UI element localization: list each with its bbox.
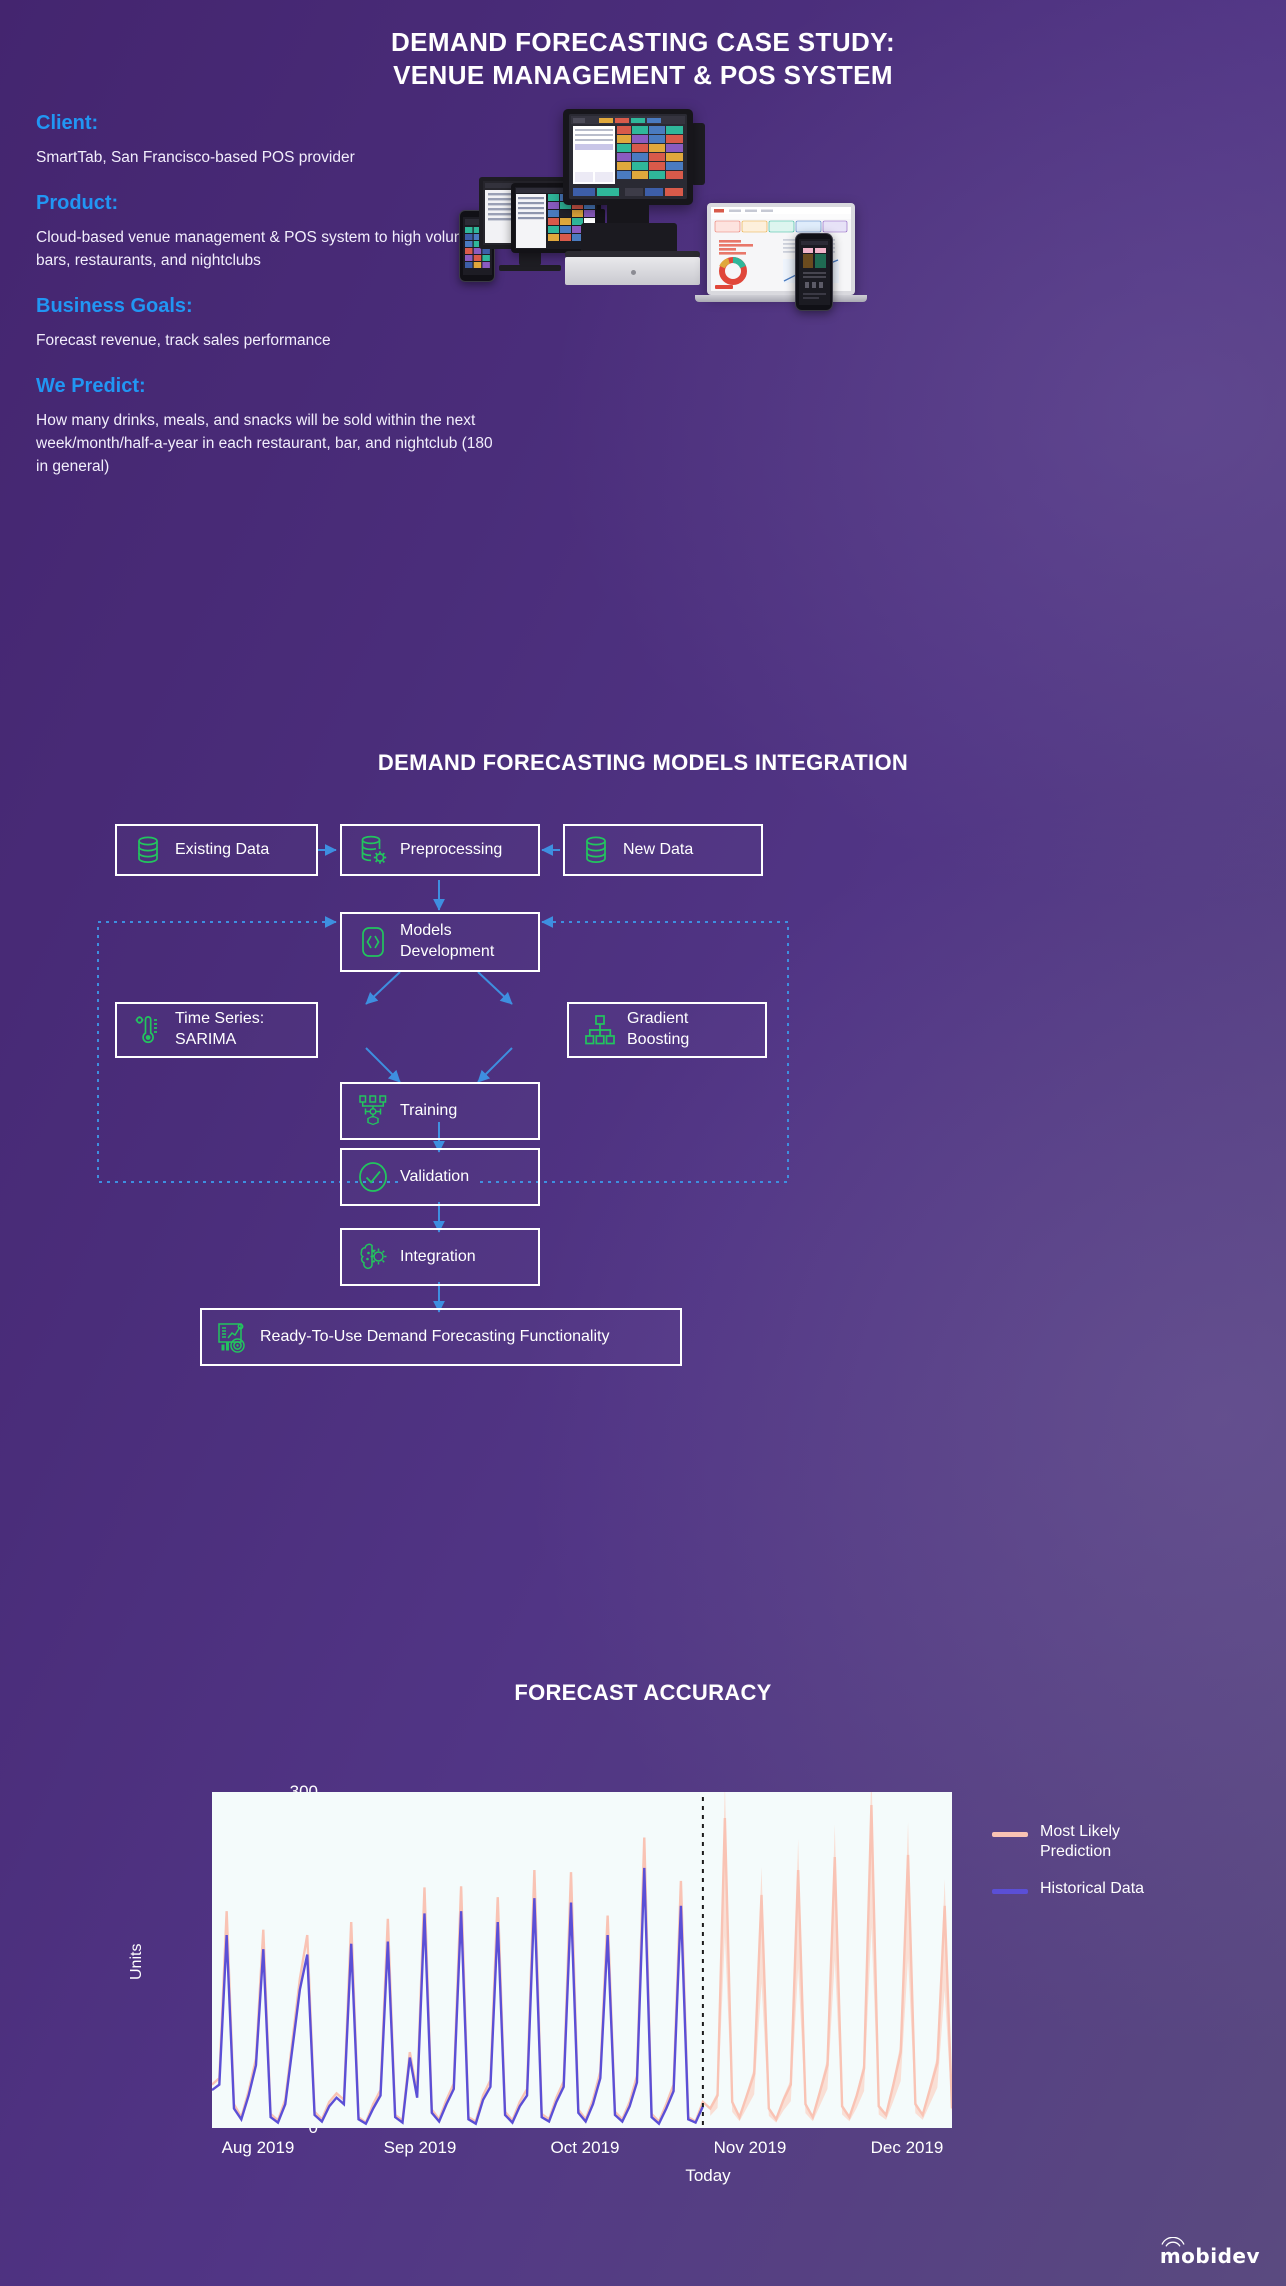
flow-node-preprocessing[interactable]: Preprocessing xyxy=(340,824,540,876)
pos-terminal-screen xyxy=(569,114,687,199)
chart-svg xyxy=(212,1792,952,2128)
flow-node-label: Models Development xyxy=(400,922,495,960)
chart-legend: Most Likely Prediction Historical Data xyxy=(992,1822,1172,1917)
legend-item-historical: Historical Data xyxy=(992,1879,1172,1899)
chart-xtick: Dec 2019 xyxy=(870,2138,944,2157)
page-title-line2: VENUE MANAGEMENT & POS SYSTEM xyxy=(393,60,893,91)
intro-heading-we-predict: We Predict: xyxy=(36,374,146,397)
flow-node-models-development[interactable]: Models Development xyxy=(340,912,540,972)
flow-node-validation[interactable]: Validation xyxy=(340,1148,540,1206)
intro-heading-client: Client: xyxy=(36,112,99,134)
intro-section: Client: SmartTab, San Francisco-based PO… xyxy=(36,112,506,479)
check-circle-icon xyxy=(356,1160,390,1194)
logo-text: mobidev xyxy=(1159,2244,1260,2268)
mobidev-logo: mobidev xyxy=(1160,2237,1260,2268)
flow-node-label: Training xyxy=(400,1101,458,1119)
page-title-line1: DEMAND FORECASTING CASE STUDY: xyxy=(390,27,896,57)
monitor-foot xyxy=(499,265,561,271)
flow-node-label: Preprocessing xyxy=(400,840,503,858)
database-gear-icon xyxy=(356,833,390,867)
pos-terminal-ui xyxy=(569,114,687,199)
legend-label-prediction: Most Likely Prediction xyxy=(1040,1823,1121,1860)
flow-node-training[interactable]: Training xyxy=(340,1082,540,1140)
flow-node-new-data[interactable]: New Data xyxy=(563,824,763,876)
thermometer-gear-icon xyxy=(131,1013,165,1047)
page-title: DEMAND FORECASTING CASE STUDY: VENUE MAN… xyxy=(0,0,1286,93)
receipt-printer xyxy=(691,123,705,185)
flow-node-label: Validation xyxy=(400,1167,470,1185)
chart-plot-area xyxy=(212,1792,952,2128)
phone-right-screen xyxy=(798,239,830,305)
laptop-base xyxy=(695,295,867,302)
flow-node-label: Gradient Boosting xyxy=(627,1010,690,1048)
intro-body-product: Cloud-based venue management & POS syste… xyxy=(36,228,476,269)
neural-network-icon xyxy=(356,1094,390,1128)
legend-item-prediction: Most Likely Prediction xyxy=(992,1822,1172,1861)
legend-swatch-historical xyxy=(992,1889,1028,1895)
intro-heading-product: Product: xyxy=(36,191,119,214)
flow-node-label: Existing Data xyxy=(175,840,270,858)
chart-xtick: Oct 2019 xyxy=(550,2138,620,2157)
chart-today-annotation: Today xyxy=(685,2166,731,2185)
code-brackets-icon xyxy=(356,925,390,959)
flow-node-label: Integration xyxy=(400,1247,476,1265)
chart-y-axis-label: Units xyxy=(128,1943,145,1980)
brain-gear-icon xyxy=(356,1240,390,1274)
chart-xtick: Aug 2019 xyxy=(221,2138,295,2157)
flow-node-time-series[interactable]: Time Series: SARIMA xyxy=(115,1002,318,1058)
legend-swatch-prediction xyxy=(992,1832,1028,1837)
flow-node-integration[interactable]: Integration xyxy=(340,1228,540,1286)
chart-report-icon xyxy=(216,1320,250,1354)
forecast-chart-section: FORECAST ACCURACY Units 300 250 200 150 … xyxy=(0,1660,1286,2220)
legend-label-historical: Historical Data xyxy=(1040,1880,1145,1898)
intro-body-business-goals: Forecast revenue, track sales performanc… xyxy=(36,331,331,349)
pos-devices-image xyxy=(455,105,867,330)
database-icon xyxy=(579,833,613,867)
flow-node-label: Time Series: SARIMA xyxy=(175,1010,265,1048)
flowchart-arrows xyxy=(97,844,789,1313)
chart-xtick: Nov 2019 xyxy=(713,2138,787,2157)
tree-hierarchy-icon xyxy=(583,1013,617,1047)
intro-heading-business-goals: Business Goals: xyxy=(36,294,193,317)
flow-node-ready-to-use[interactable]: Ready-To-Use Demand Forecasting Function… xyxy=(200,1308,682,1366)
intro-body-client: SmartTab, San Francisco-based POS provid… xyxy=(36,149,355,166)
intro-body-we-predict: How many drinks, meals, and snacks will … xyxy=(36,411,493,475)
phone-right-ui xyxy=(798,239,830,305)
database-icon xyxy=(131,833,165,867)
flowchart: Existing Data Preprocessing New Data Mod… xyxy=(0,800,1286,1366)
cash-drawer xyxy=(565,257,700,285)
chart-xtick: Sep 2019 xyxy=(383,2138,457,2157)
flow-section-title: DEMAND FORECASTING MODELS INTEGRATION xyxy=(377,750,909,775)
flow-node-label: New Data xyxy=(623,840,694,858)
flow-node-gradient-boosting[interactable]: Gradient Boosting xyxy=(567,1002,767,1058)
chart-title: FORECAST ACCURACY xyxy=(514,1680,772,1705)
flow-node-existing-data[interactable]: Existing Data xyxy=(115,824,318,876)
flow-node-label: Ready-To-Use Demand Forecasting Function… xyxy=(260,1327,610,1345)
